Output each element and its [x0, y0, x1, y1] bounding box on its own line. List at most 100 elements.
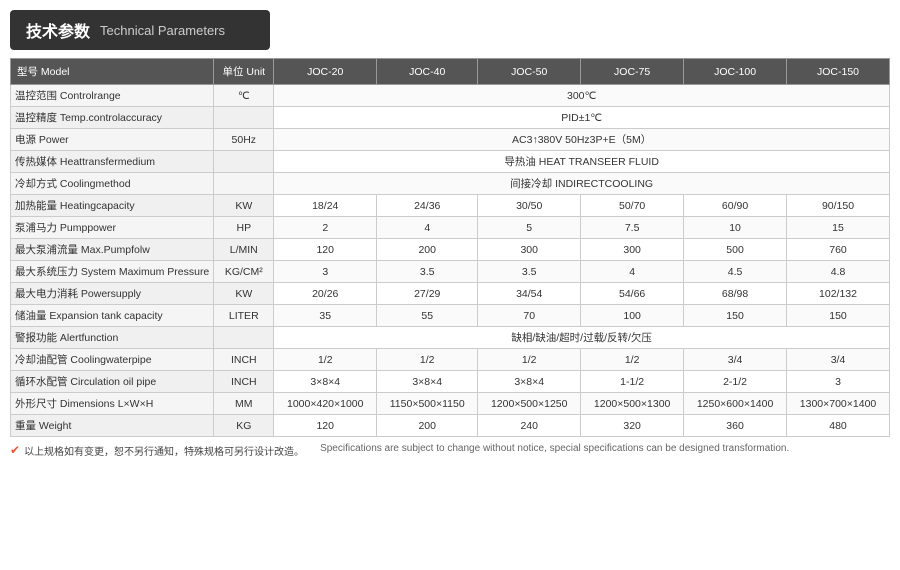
row-value: 150 — [684, 305, 787, 327]
row-value: 3×8×4 — [478, 371, 581, 393]
row-unit: KG — [214, 415, 274, 437]
row-unit: ℃ — [214, 85, 274, 107]
header-zh: 技术参数 — [26, 18, 90, 42]
row-unit — [214, 173, 274, 195]
table-row: 最大电力消耗 PowersupplyKW20/2627/2934/5454/66… — [11, 283, 890, 305]
table-row: 最大系统压力 System Maximum PressureKG/CM²33.5… — [11, 261, 890, 283]
row-span-value: PID±1℃ — [274, 107, 890, 129]
row-value: 60/90 — [684, 195, 787, 217]
row-value: 300 — [478, 239, 581, 261]
col-joc100: JOC-100 — [684, 59, 787, 85]
table-row: 温控范围 Controlrange℃300℃ — [11, 85, 890, 107]
row-unit: LITER — [214, 305, 274, 327]
row-value: 2-1/2 — [684, 371, 787, 393]
row-value: 2 — [274, 217, 377, 239]
row-unit: HP — [214, 217, 274, 239]
row-value: 35 — [274, 305, 377, 327]
row-label: 冷却方式 Coolingmethod — [11, 173, 214, 195]
row-label: 最大泵浦流量 Max.Pumpfolw — [11, 239, 214, 261]
col-joc50: JOC-50 — [478, 59, 581, 85]
row-label: 储油量 Expansion tank capacity — [11, 305, 214, 327]
row-value: 50/70 — [581, 195, 684, 217]
row-value: 1250×600×1400 — [684, 393, 787, 415]
row-unit: INCH — [214, 349, 274, 371]
footer-zh: 以上规格如有变更，恕不另行通知，特殊规格可另行设计改造。 — [24, 443, 304, 458]
col-joc150: JOC-150 — [787, 59, 890, 85]
row-value: 55 — [377, 305, 478, 327]
row-value: 1/2 — [581, 349, 684, 371]
row-value: 1-1/2 — [581, 371, 684, 393]
row-label: 电源 Power — [11, 129, 214, 151]
col-model: 型号 Model — [11, 59, 214, 85]
row-value: 3.5 — [377, 261, 478, 283]
row-value: 1/2 — [274, 349, 377, 371]
row-value: 3 — [274, 261, 377, 283]
row-value: 1/2 — [478, 349, 581, 371]
table-row: 电源 Power50HzAC3↑380V 50Hz3P+E（5M） — [11, 129, 890, 151]
header-section: 技术参数 Technical Parameters — [10, 10, 270, 50]
col-joc40: JOC-40 — [377, 59, 478, 85]
row-value: 3×8×4 — [377, 371, 478, 393]
row-value: 1300×700×1400 — [787, 393, 890, 415]
row-label: 最大电力消耗 Powersupply — [11, 283, 214, 305]
row-value: 1000×420×1000 — [274, 393, 377, 415]
row-value: 4 — [377, 217, 478, 239]
table-container: 型号 Model 单位 Unit JOC-20 JOC-40 JOC-50 JO… — [10, 58, 890, 437]
row-value: 3.5 — [478, 261, 581, 283]
table-row: 最大泵浦流量 Max.PumpfolwL/MIN1202003003005007… — [11, 239, 890, 261]
row-span-value: 导热油 HEAT TRANSEER FLUID — [274, 151, 890, 173]
row-unit: KW — [214, 283, 274, 305]
footer-en: Specifications are subject to change wit… — [320, 443, 789, 454]
row-value: 120 — [274, 239, 377, 261]
row-unit: KW — [214, 195, 274, 217]
row-label: 温控范围 Controlrange — [11, 85, 214, 107]
row-value: 20/26 — [274, 283, 377, 305]
row-unit: L/MIN — [214, 239, 274, 261]
table-row: 加热能量 HeatingcapacityKW18/2424/3630/5050/… — [11, 195, 890, 217]
table-header-row: 型号 Model 单位 Unit JOC-20 JOC-40 JOC-50 JO… — [11, 59, 890, 85]
row-label: 加热能量 Heatingcapacity — [11, 195, 214, 217]
row-value: 7.5 — [581, 217, 684, 239]
table-row: 外形尺寸 Dimensions L×W×HMM1000×420×10001150… — [11, 393, 890, 415]
col-joc20: JOC-20 — [274, 59, 377, 85]
table-row: 泵浦马力 PumppowerHP2457.51015 — [11, 217, 890, 239]
row-value: 5 — [478, 217, 581, 239]
row-value: 34/54 — [478, 283, 581, 305]
footer-section: ✔ 以上规格如有变更，恕不另行通知，特殊规格可另行设计改造。 Specifica… — [10, 443, 890, 458]
row-value: 54/66 — [581, 283, 684, 305]
row-value: 3 — [787, 371, 890, 393]
row-span-value: 缺相/缺油/超时/过载/反转/欠压 — [274, 327, 890, 349]
col-unit: 单位 Unit — [214, 59, 274, 85]
row-value: 102/132 — [787, 283, 890, 305]
table-row: 冷却油配管 CoolingwaterpipeINCH1/21/21/21/23/… — [11, 349, 890, 371]
row-unit: MM — [214, 393, 274, 415]
row-label: 循环水配管 Circulation oil pipe — [11, 371, 214, 393]
row-value: 1150×500×1150 — [377, 393, 478, 415]
row-value: 90/150 — [787, 195, 890, 217]
row-unit: 50Hz — [214, 129, 274, 151]
row-value: 120 — [274, 415, 377, 437]
row-value: 480 — [787, 415, 890, 437]
col-joc75: JOC-75 — [581, 59, 684, 85]
row-value: 10 — [684, 217, 787, 239]
row-value: 15 — [787, 217, 890, 239]
row-value: 500 — [684, 239, 787, 261]
table-row: 重量 WeightKG120200240320360480 — [11, 415, 890, 437]
row-value: 300 — [581, 239, 684, 261]
row-value: 68/98 — [684, 283, 787, 305]
row-unit — [214, 107, 274, 129]
row-value: 30/50 — [478, 195, 581, 217]
row-unit — [214, 151, 274, 173]
row-label: 警报功能 Alertfunction — [11, 327, 214, 349]
row-value: 1200×500×1300 — [581, 393, 684, 415]
row-label: 最大系统压力 System Maximum Pressure — [11, 261, 214, 283]
table-row: 储油量 Expansion tank capacityLITER35557010… — [11, 305, 890, 327]
row-value: 240 — [478, 415, 581, 437]
row-value: 760 — [787, 239, 890, 261]
row-value: 1200×500×1250 — [478, 393, 581, 415]
row-span-value: AC3↑380V 50Hz3P+E（5M） — [274, 129, 890, 151]
row-value: 200 — [377, 415, 478, 437]
row-label: 温控精度 Temp.controlaccuracy — [11, 107, 214, 129]
table-row: 温控精度 Temp.controlaccuracy PID±1℃ — [11, 107, 890, 129]
row-value: 100 — [581, 305, 684, 327]
